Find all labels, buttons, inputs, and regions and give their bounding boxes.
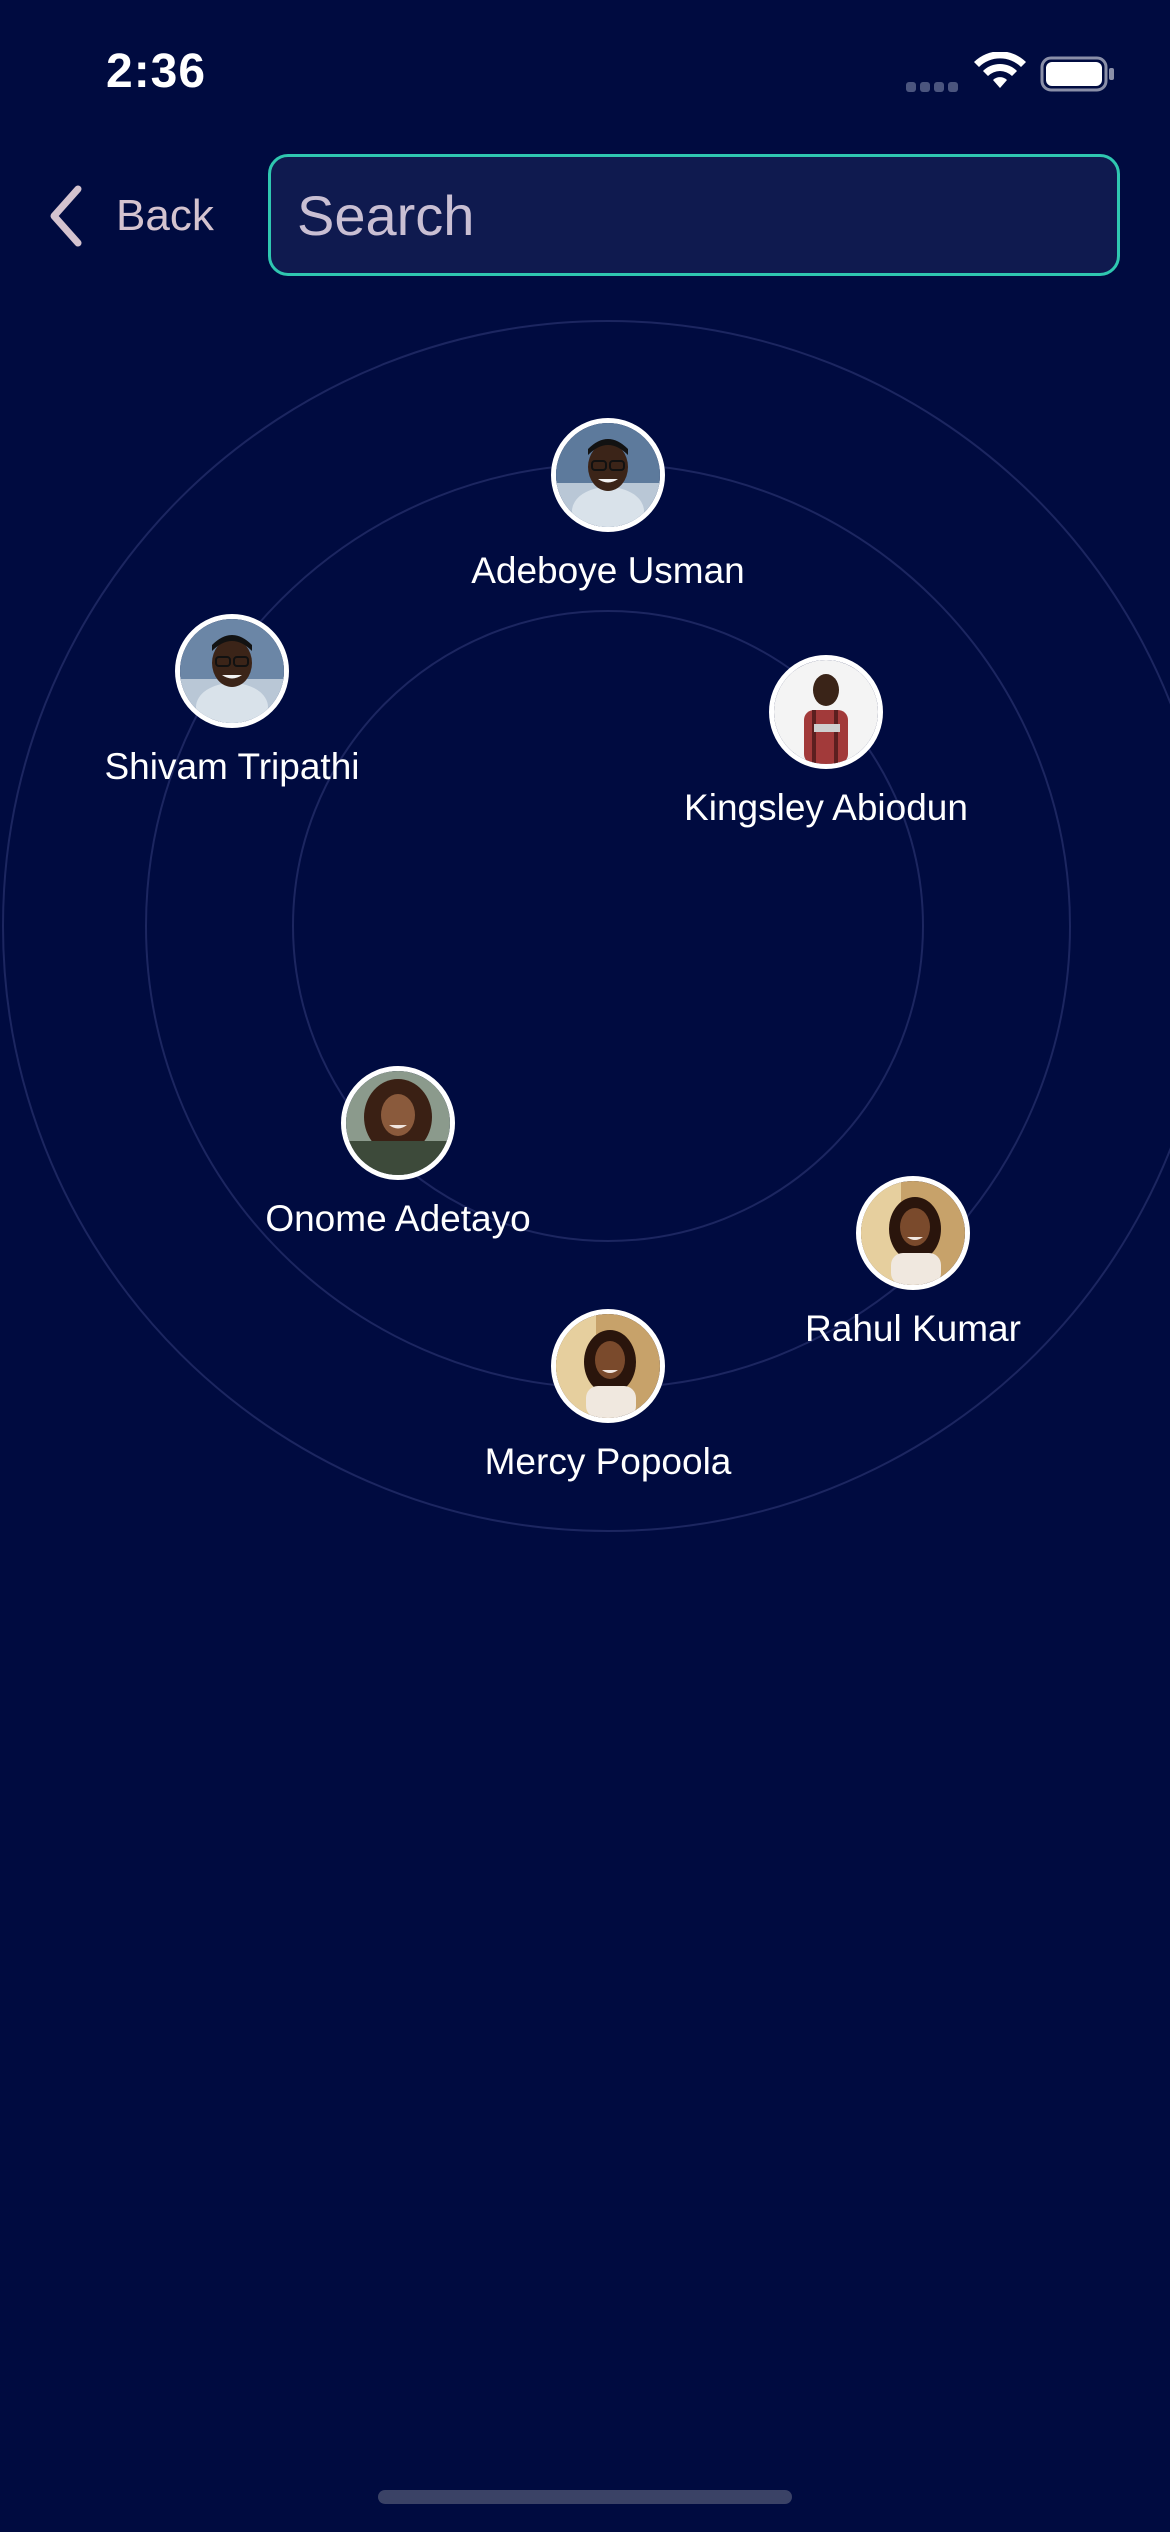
person-name: Onome Adetayo <box>265 1198 531 1239</box>
person-name: Adeboye Usman <box>471 550 745 591</box>
home-indicator <box>378 2490 792 2504</box>
person-shivam-tripathi[interactable]: Shivam Tripathi <box>52 614 412 788</box>
back-button[interactable]: Back <box>44 176 234 256</box>
status-time: 2:36 <box>106 45 207 98</box>
person-name: Kingsley Abiodun <box>684 787 968 828</box>
person-mercy-popoola[interactable]: Mercy Popoola <box>428 1309 788 1483</box>
person-name: Shivam Tripathi <box>104 746 360 787</box>
chevron-left-icon <box>50 185 82 247</box>
person-kingsley-abiodun[interactable]: Kingsley Abiodun <box>646 655 1006 829</box>
avatar <box>856 1176 970 1290</box>
avatar <box>551 1309 665 1423</box>
avatar <box>341 1066 455 1180</box>
avatar <box>551 418 665 532</box>
person-onome-adetayo[interactable]: Onome Adetayo <box>218 1066 578 1240</box>
avatar <box>175 614 289 728</box>
person-name: Rahul Kumar <box>805 1308 1021 1349</box>
cellular-signal-icon <box>906 82 958 92</box>
battery-icon <box>1040 56 1114 92</box>
avatar <box>769 655 883 769</box>
back-label: Back <box>116 191 214 240</box>
person-name: Mercy Popoola <box>484 1441 732 1482</box>
wifi-icon <box>974 52 1026 88</box>
search-input[interactable] <box>268 154 1120 276</box>
person-adeboye-usman[interactable]: Adeboye Usman <box>428 418 788 592</box>
nearby-people-screen: 2:36 Back A <box>0 0 1170 2532</box>
